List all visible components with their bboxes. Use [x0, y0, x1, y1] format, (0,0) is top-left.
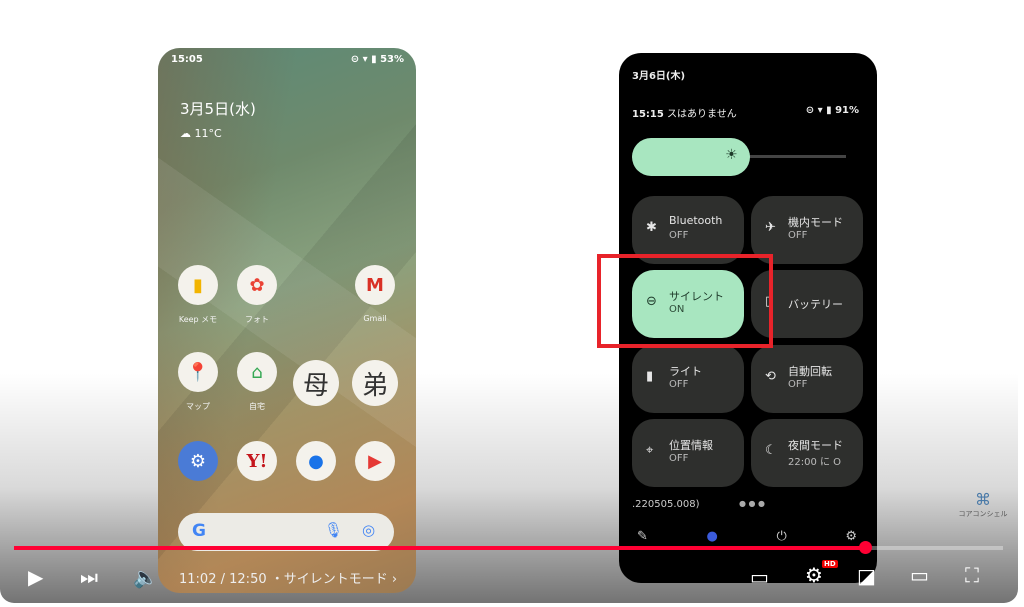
tile-title: ライト: [669, 365, 702, 378]
play-button[interactable]: ▶: [28, 565, 43, 589]
date: 3月5日(水): [180, 100, 256, 118]
tile-title: 夜間モード: [788, 439, 843, 452]
tile-location[interactable]: ⌖ 位置情報 OFF: [632, 419, 744, 487]
miniplayer-button[interactable]: ◪: [857, 564, 876, 588]
tile-auto-rotate[interactable]: ⟲ 自動回転 OFF: [751, 345, 863, 413]
maps-app-icon[interactable]: 📍: [178, 352, 218, 392]
moon-icon: ☾: [765, 443, 777, 458]
brightness-slider[interactable]: ☀: [632, 138, 846, 176]
tile-title: バッテリー: [788, 298, 843, 311]
flashlight-icon: ▮: [646, 369, 654, 384]
qs-battery: 91%: [835, 105, 859, 116]
tile-title: Bluetooth: [669, 214, 723, 227]
power-icon[interactable]: ⏻: [776, 529, 786, 544]
tile-flashlight[interactable]: ▮ ライト OFF: [632, 345, 744, 413]
chapter-title[interactable]: ・サイレントモード: [271, 572, 388, 587]
edit-icon[interactable]: ✎: [637, 529, 648, 544]
youtube-app-icon[interactable]: ▶: [355, 441, 395, 481]
app-label: フォト: [245, 315, 269, 324]
status-battery: 53%: [380, 54, 404, 65]
build-number: .220505.008): [632, 499, 700, 510]
tile-state: OFF: [669, 230, 689, 241]
progress-bar[interactable]: [14, 541, 1003, 554]
theater-mode-button[interactable]: ▭: [910, 563, 929, 587]
weather: 11°C: [194, 127, 222, 140]
qs-notice: スはありません: [667, 109, 737, 120]
tile-state: 22:00 に O: [788, 457, 842, 468]
tile-title: 自動回転: [788, 365, 832, 378]
next-button[interactable]: ⏭: [80, 565, 98, 589]
qs-time: 15:15: [632, 109, 664, 120]
tile-night-mode[interactable]: ☾ 夜間モード 22:00 に O: [751, 419, 863, 487]
current-time: 11:02: [179, 572, 217, 587]
tile-state: OFF: [788, 230, 808, 241]
messages-app-icon[interactable]: ●: [296, 441, 336, 481]
rotate-icon: ⟲: [765, 369, 776, 384]
yahoo-app-icon[interactable]: Y!: [237, 441, 277, 481]
gmail-app-icon[interactable]: M: [355, 265, 395, 305]
settings-app-icon[interactable]: ⚙: [178, 441, 218, 481]
left-phone-screen: 15:05 ⊝ ▾ ▮ 53% 3月5日(水) ☁ 11°C ▮ Keep メモ…: [158, 48, 416, 593]
tile-state: OFF: [669, 379, 689, 390]
app-label: Gmail: [363, 314, 387, 323]
tile-state: OFF: [788, 379, 808, 390]
contact-brother-icon[interactable]: 弟: [352, 360, 398, 406]
keep-app-icon[interactable]: ▮: [178, 265, 218, 305]
tile-title: 位置情報: [669, 439, 713, 452]
hd-badge: HD: [822, 560, 838, 568]
location-icon: ⌖: [646, 443, 654, 458]
scrubber-handle[interactable]: [858, 541, 872, 554]
settings-button[interactable]: ⚙: [805, 563, 823, 587]
highlight-box: [597, 254, 773, 348]
bluetooth-icon: ✱: [646, 220, 657, 235]
brightness-icon: ☀: [725, 147, 738, 163]
photos-app-icon[interactable]: ✿: [237, 265, 277, 305]
dnd-wifi-battery-icon: ⊝ ▾ ▮: [350, 54, 381, 65]
tile-state: OFF: [669, 453, 689, 464]
airplane-icon: ✈: [765, 220, 776, 235]
page-dots: ● ● ●: [739, 499, 766, 508]
qs-date: 3月6日(木): [632, 71, 686, 82]
lens-icon[interactable]: ◎: [362, 521, 375, 539]
duration: 12:50: [229, 572, 267, 587]
home-shortcut-icon[interactable]: ⌂: [237, 352, 277, 392]
app-label: マップ: [186, 402, 210, 411]
cloud-icon: ☁: [180, 127, 195, 140]
mic-icon[interactable]: 🎙: [324, 521, 343, 539]
chevron-right-icon[interactable]: ›: [392, 572, 397, 587]
settings-icon[interactable]: ⚙: [845, 529, 857, 544]
tile-title: 機内モード: [788, 216, 843, 229]
dnd-wifi-battery-icon: ⊝ ▾ ▮: [805, 105, 836, 116]
channel-watermark: ⌘ コアコンシェル: [958, 490, 1008, 518]
watermark-text: コアコンシェル: [958, 510, 1008, 518]
app-label: Keep メモ: [178, 315, 218, 324]
volume-button[interactable]: 🔈: [133, 565, 158, 589]
user-icon[interactable]: ●: [707, 529, 718, 544]
status-time: 15:05: [171, 54, 203, 65]
contact-mother-icon[interactable]: 母: [293, 360, 339, 406]
app-label: 自宅: [249, 402, 265, 411]
google-logo: G: [192, 521, 206, 541]
video-player[interactable]: 15:05 ⊝ ▾ ▮ 53% 3月5日(水) ☁ 11°C ▮ Keep メモ…: [0, 0, 1018, 603]
fullscreen-button[interactable]: ⛶: [965, 563, 979, 587]
subtitles-button[interactable]: ▭: [750, 565, 769, 589]
time-separator: /: [220, 572, 225, 587]
